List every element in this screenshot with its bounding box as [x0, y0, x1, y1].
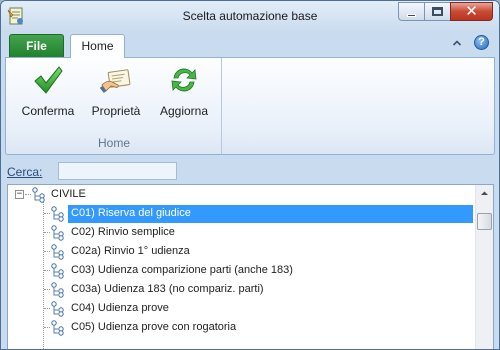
minimize-icon	[407, 14, 416, 17]
tree-item-label: CIVILE	[51, 188, 86, 200]
search-bar: Cerca:	[6, 159, 496, 183]
chevron-up-icon[interactable]	[452, 38, 462, 48]
close-button[interactable]: ✕	[450, 2, 493, 21]
tree-item[interactable]: C04) Udienza prove	[8, 299, 475, 318]
tree-node-icon	[51, 263, 64, 279]
tree-item-label: C02a) Rinvio 1° udienza	[71, 245, 190, 257]
minimize-button[interactable]	[398, 2, 424, 21]
conferma-button[interactable]: Conferma	[16, 62, 80, 124]
tree-item[interactable]: C01) Riserva del giudice	[8, 204, 475, 223]
tree-node-icon	[51, 244, 64, 260]
search-label: Cerca:	[7, 165, 43, 179]
maximize-button[interactable]	[424, 2, 450, 21]
aggiorna-button[interactable]: Aggiorna	[152, 62, 216, 124]
tree-item[interactable]: C03a) Udienza 183 (no compariz. parti)	[8, 280, 475, 299]
proprieta-label: Proprietà	[91, 104, 141, 118]
title-bar[interactable]: Scelta automazione base ✕	[1, 1, 499, 31]
tree-node-icon	[32, 187, 45, 203]
tree-item-label: C02) Rinvio semplice	[71, 226, 175, 238]
tree-item-label: C04) Udienza prove	[71, 302, 169, 314]
help-icon[interactable]: ?	[474, 35, 489, 50]
tree-node-icon	[51, 282, 64, 298]
tree-item[interactable]: C03) Udienza comparizione parti (anche 1…	[8, 261, 475, 280]
ribbon-group-label: Home	[97, 136, 130, 150]
ribbon-tab-bar: File Home ?	[1, 31, 499, 58]
checkmark-icon	[34, 66, 63, 94]
tab-home[interactable]: Home	[70, 34, 125, 58]
tree-node-icon	[51, 206, 64, 222]
tree-node-icon	[51, 301, 64, 317]
window-controls: ✕	[398, 2, 493, 22]
collapse-icon[interactable]: −	[15, 190, 24, 199]
ribbon-group-home: Conferma Proprietà Aggiorna Home	[6, 58, 222, 154]
tree-item-label: C03a) Udienza 183 (no compariz. parti)	[71, 283, 264, 295]
refresh-icon	[171, 68, 197, 92]
tree-node-icon	[51, 225, 64, 241]
tree-item-label: C03) Udienza comparizione parti (anche 1…	[71, 264, 293, 276]
properties-icon	[100, 69, 131, 93]
tree-item-label: C05) Udienza prove con rogatoria	[71, 321, 237, 333]
scrollbar-thumb[interactable]	[477, 213, 492, 230]
automation-tree[interactable]: − CIVILE C01) Riserva del giudice C02) R…	[7, 184, 494, 349]
search-input[interactable]	[58, 162, 177, 180]
scroll-up-icon[interactable]	[476, 185, 493, 202]
tree-root-civile[interactable]: − CIVILE	[8, 185, 475, 204]
tree-item[interactable]: C02a) Rinvio 1° udienza	[8, 242, 475, 261]
tree-item-label: C01) Riserva del giudice	[68, 205, 473, 223]
tab-file[interactable]: File	[9, 34, 64, 57]
tree-item[interactable]: C02) Rinvio semplice	[8, 223, 475, 242]
ribbon-panel: Conferma Proprietà Aggiorna Home	[5, 57, 495, 155]
maximize-icon	[432, 7, 443, 16]
aggiorna-label: Aggiorna	[159, 104, 209, 118]
close-icon: ✕	[465, 2, 478, 20]
conferma-label: Conferma	[21, 104, 75, 118]
tree-node-icon	[51, 320, 64, 336]
vertical-scrollbar[interactable]	[475, 185, 493, 349]
tree-item[interactable]: C05) Udienza prove con rogatoria	[8, 318, 475, 337]
app-window: Scelta automazione base ✕ File Home ? Co…	[0, 0, 500, 350]
proprieta-button[interactable]: Proprietà	[84, 62, 148, 124]
